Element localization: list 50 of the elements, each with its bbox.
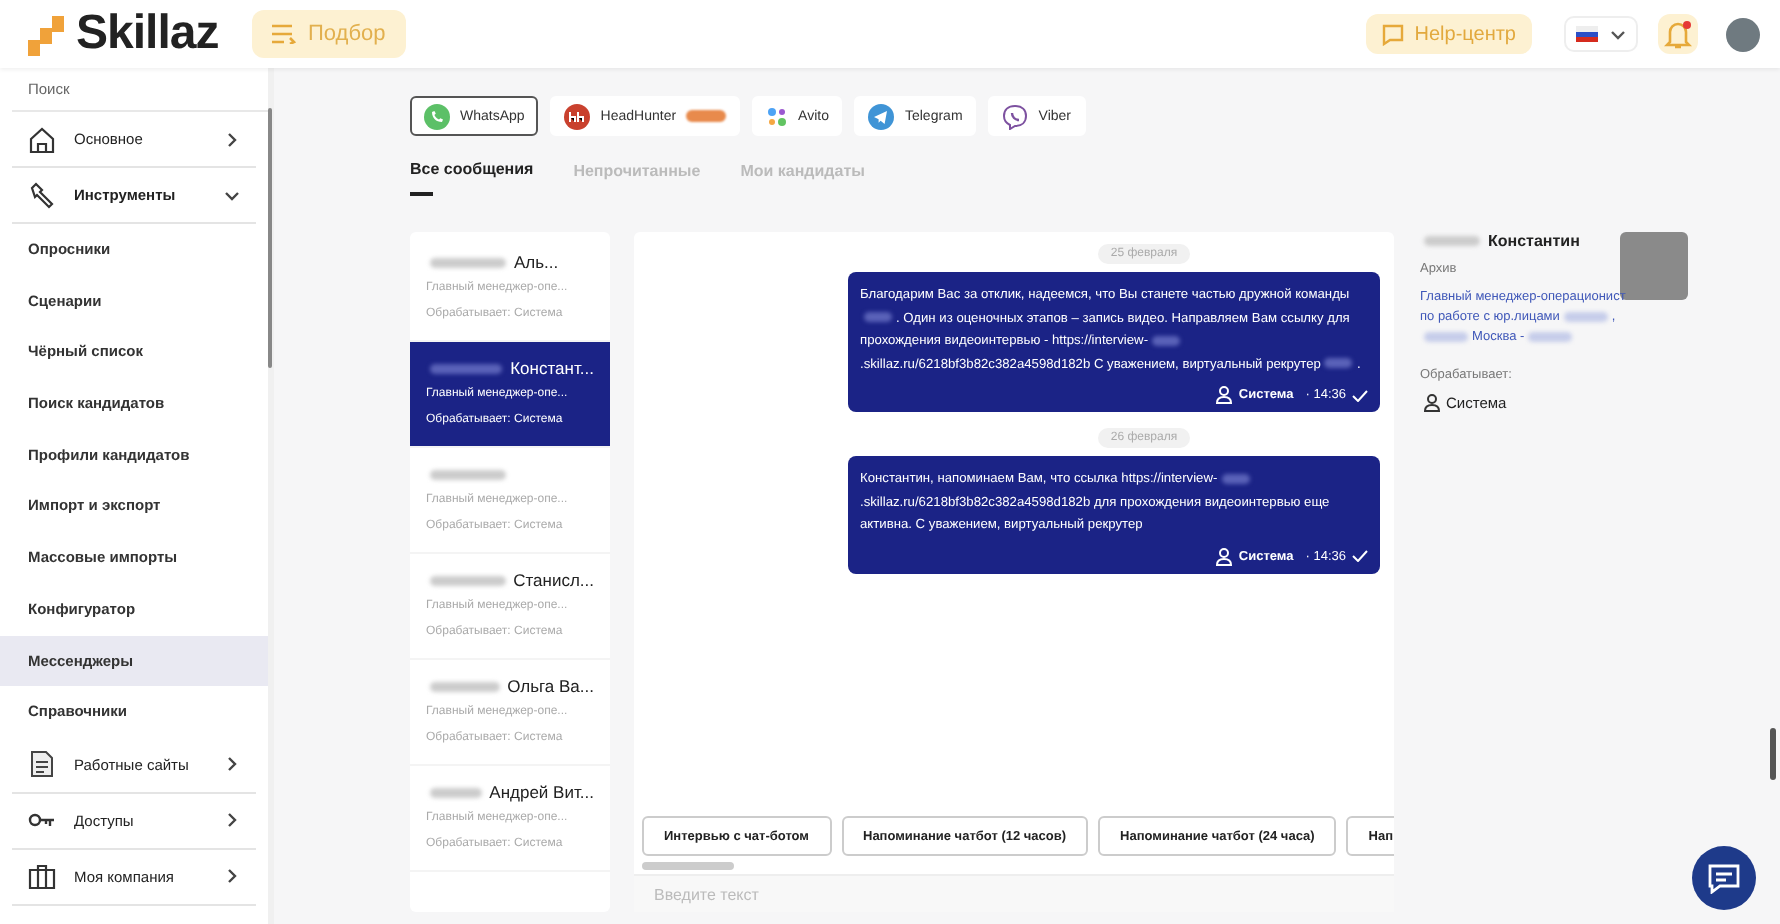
document-icon [28, 750, 56, 779]
caret-icon [1610, 29, 1626, 39]
user-icon [1216, 386, 1233, 404]
check-icon [1352, 550, 1368, 562]
dots-icon [766, 105, 789, 127]
hh-icon [564, 103, 591, 129]
count-badge [686, 110, 727, 122]
redacted-text [430, 575, 506, 585]
redacted-text [430, 363, 503, 373]
user-icon [1424, 394, 1440, 412]
message-input[interactable]: Введите текст [634, 874, 1394, 912]
candidate-name: Константин [1488, 232, 1580, 250]
briefcase-icon [28, 863, 56, 890]
check-icon [1352, 389, 1368, 401]
redacted-text [430, 469, 506, 479]
chevron-icon [224, 131, 240, 147]
scrollbar-thumb[interactable] [642, 862, 734, 870]
scrollbar-thumb[interactable] [1770, 728, 1776, 780]
chevron-icon [224, 187, 240, 203]
support-chat-button[interactable] [1692, 846, 1756, 910]
candidate-name: Андрей Вит... [489, 782, 594, 802]
notifications-button[interactable] [1658, 14, 1698, 54]
chevron-icon [224, 812, 240, 829]
chevron-icon [224, 868, 240, 885]
filter-tab[interactable]: Все сообщения [410, 160, 534, 196]
user-avatar[interactable] [1726, 17, 1760, 51]
key-icon [28, 810, 56, 831]
user-icon [1216, 547, 1233, 565]
language-dropdown[interactable] [1564, 16, 1638, 52]
redacted-text [430, 787, 482, 797]
list-icon [272, 24, 296, 44]
phone-bubble-icon [1002, 103, 1029, 129]
chat-icon [1708, 863, 1740, 893]
candidate-name: Ольга Ва... [507, 676, 594, 696]
scrollbar-thumb[interactable] [268, 108, 272, 368]
candidate-name: Аль... [514, 252, 559, 272]
chat-icon [1382, 23, 1405, 45]
candidate-name: Станисл... [513, 570, 594, 590]
chevron-icon [224, 756, 240, 773]
paper-plane-icon [868, 103, 895, 129]
flag-icon [1576, 26, 1598, 42]
redacted-text [430, 257, 506, 267]
redacted-text [430, 681, 500, 691]
phone-bubble-icon [424, 103, 450, 129]
redacted-text [1424, 236, 1480, 246]
bell-icon [1664, 19, 1692, 49]
house-icon [28, 125, 56, 153]
logo-icon [24, 12, 68, 56]
logo-text: Skillaz [76, 6, 219, 62]
candidate-name: Констант... [510, 358, 594, 378]
